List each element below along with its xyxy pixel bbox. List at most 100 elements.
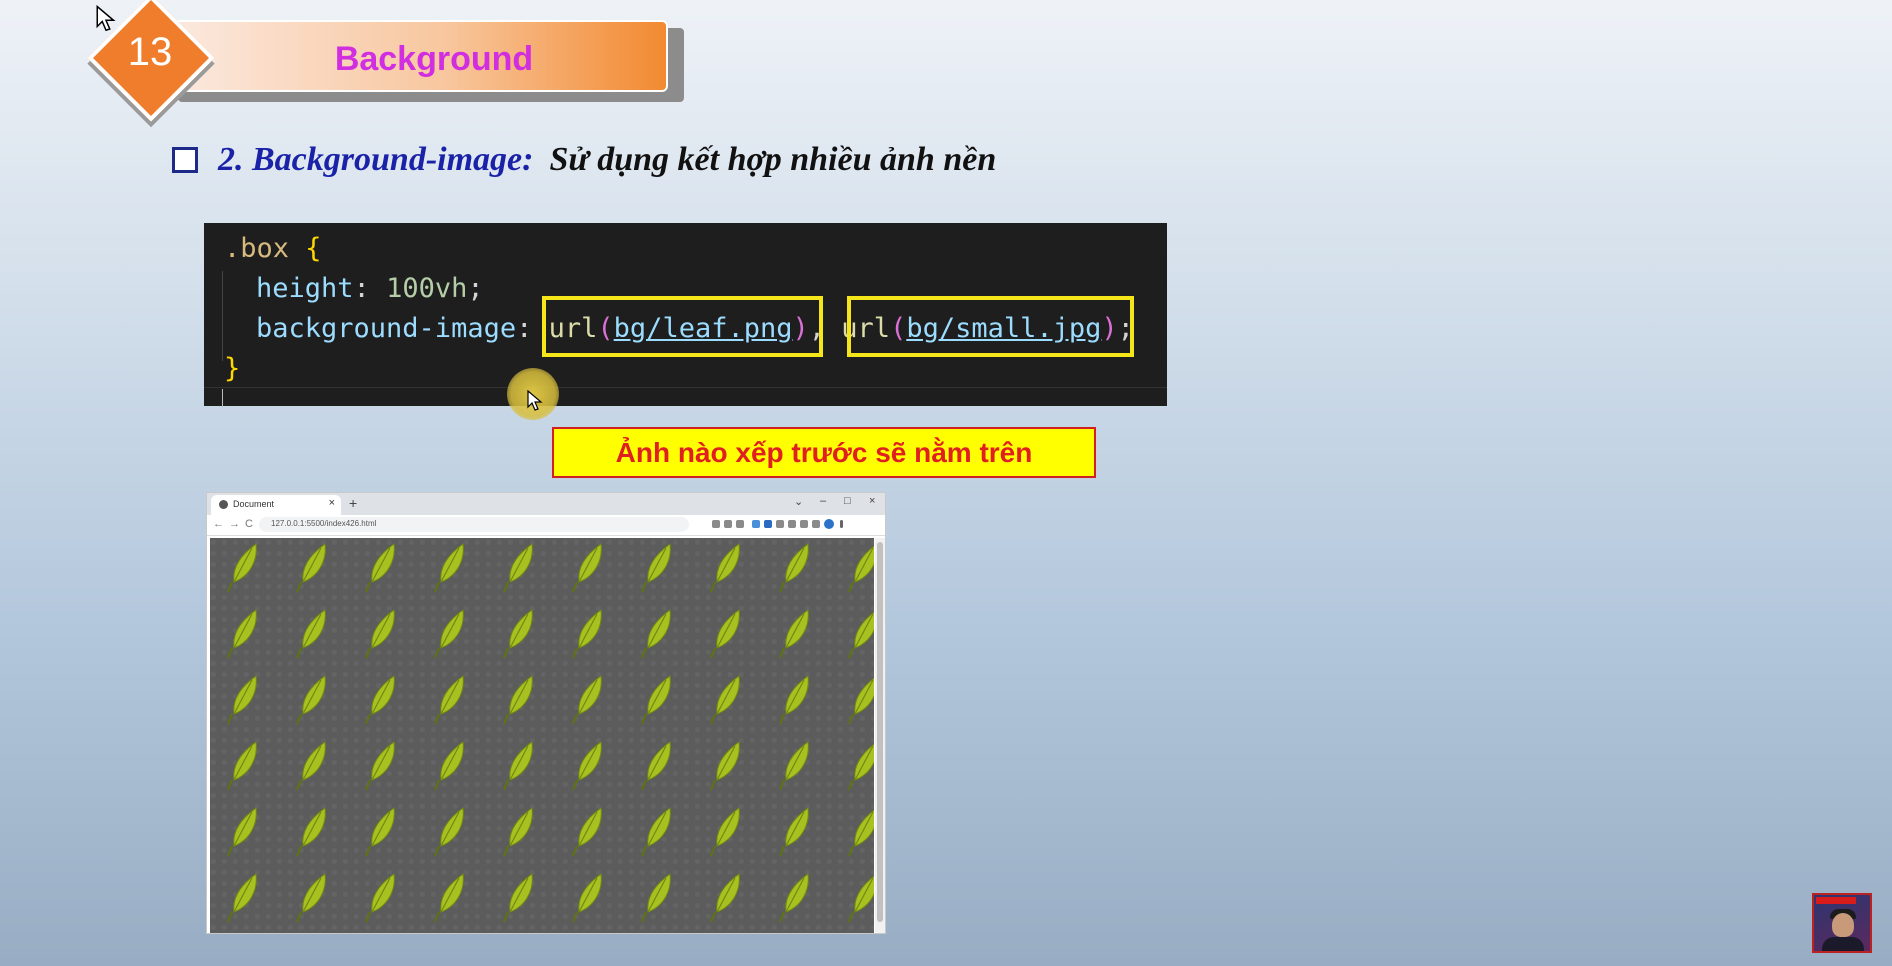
avatar-body — [1822, 937, 1864, 951]
back-icon[interactable]: ← — [213, 518, 224, 530]
avatar-head — [1832, 913, 1854, 937]
leaf-icon — [572, 807, 603, 857]
tab-title: Document — [233, 499, 275, 509]
leaf-icon — [296, 873, 327, 923]
leaf-icon — [434, 675, 465, 725]
leaf-icon — [710, 675, 741, 725]
leaf-icon — [779, 543, 810, 593]
code-prop-height: height — [256, 273, 354, 304]
extension-icon-5[interactable] — [788, 520, 796, 528]
leaf-icon — [710, 609, 741, 659]
vertical-scrollbar[interactable] — [875, 538, 885, 933]
code-open-brace: { — [305, 233, 322, 264]
section-heading: 2. Background-image: Sử dụng kết hợp nhi… — [172, 140, 996, 180]
reload-icon[interactable]: C — [245, 518, 253, 530]
leaf-icon — [365, 675, 396, 725]
leaf-icon — [848, 741, 874, 791]
title-banner: Background — [170, 20, 668, 92]
leaf-icon — [848, 807, 874, 857]
page-viewport — [210, 538, 874, 933]
forward-icon[interactable]: → — [229, 518, 240, 530]
subscribe-bar — [1816, 897, 1856, 904]
star-icon[interactable] — [736, 520, 744, 528]
extension-icon-4[interactable] — [776, 520, 784, 528]
highlight-box-small — [847, 296, 1134, 357]
new-tab-button[interactable]: + — [349, 495, 357, 511]
leaf-icon — [296, 675, 327, 725]
leaf-icon — [848, 675, 874, 725]
sidebar-icon[interactable] — [812, 520, 820, 528]
leaf-icon — [779, 807, 810, 857]
leaf-icon — [227, 609, 258, 659]
window-close-icon[interactable]: × — [869, 495, 875, 507]
indent-guide — [222, 271, 223, 361]
leaf-icon — [503, 675, 534, 725]
browser-tabbar: Document × + ⌄ – □ × — [207, 493, 885, 515]
heading-description: Sử dụng kết hợp nhiều ảnh nền — [549, 141, 997, 178]
leaf-icon — [503, 543, 534, 593]
leaf-icon — [227, 675, 258, 725]
globe-icon — [219, 500, 228, 509]
leaf-icon — [710, 807, 741, 857]
leaf-icon — [641, 807, 672, 857]
scrollbar-thumb[interactable] — [877, 542, 883, 922]
leaf-icon — [503, 609, 534, 659]
leaf-icon — [434, 741, 465, 791]
leaf-icon — [296, 609, 327, 659]
leaf-icon — [503, 807, 534, 857]
leaf-icon — [296, 543, 327, 593]
leaf-icon — [296, 807, 327, 857]
extension-icon-3[interactable] — [764, 520, 772, 528]
leaf-icon — [779, 675, 810, 725]
leaf-icon — [848, 609, 874, 659]
tab-search-icon[interactable]: ⌄ — [794, 495, 803, 508]
maximize-icon[interactable]: □ — [844, 495, 851, 507]
share-icon[interactable] — [724, 520, 732, 528]
leaf-icon — [365, 609, 396, 659]
leaf-icon — [503, 741, 534, 791]
close-icon[interactable]: × — [329, 497, 335, 509]
minimize-icon[interactable]: – — [820, 495, 826, 507]
slide-title: Background — [334, 40, 534, 78]
leaf-icon — [710, 873, 741, 923]
mouse-pointer-icon — [527, 390, 543, 411]
puzzle-icon[interactable] — [800, 520, 808, 528]
leaf-icon — [365, 543, 396, 593]
leaf-icon — [641, 675, 672, 725]
leaf-icon — [227, 807, 258, 857]
code-prop-background-image: background-image — [256, 313, 517, 344]
leaf-icon — [365, 807, 396, 857]
browser-window: Document × + ⌄ – □ × ← → C 127.0.0.1:550… — [206, 492, 886, 934]
leaf-icon — [779, 741, 810, 791]
url-text: 127.0.0.1:5500/index426.html — [271, 519, 377, 528]
leaf-icon — [365, 741, 396, 791]
leaf-icon — [572, 675, 603, 725]
mouse-pointer-icon-2 — [96, 5, 116, 32]
extension-icon[interactable] — [712, 520, 720, 528]
highlight-box-leaf — [542, 296, 823, 357]
url-field[interactable]: 127.0.0.1:5500/index426.html — [259, 517, 689, 532]
leaf-icon — [434, 609, 465, 659]
subscribe-avatar[interactable] — [1812, 893, 1872, 953]
leaf-icon — [710, 543, 741, 593]
leaf-icon — [227, 543, 258, 593]
leaf-icon — [434, 807, 465, 857]
text-cursor — [222, 389, 223, 407]
code-line-4: } — [224, 353, 240, 384]
extension-icon-2[interactable] — [752, 520, 760, 528]
leaf-icon — [296, 741, 327, 791]
leaf-icon — [434, 873, 465, 923]
profile-avatar-icon[interactable] — [824, 519, 834, 529]
leaf-icon — [641, 543, 672, 593]
browser-tab[interactable]: Document × — [211, 495, 341, 515]
menu-icon[interactable] — [840, 520, 843, 528]
leaf-icon — [572, 873, 603, 923]
leaf-icon — [572, 741, 603, 791]
leaf-icon — [227, 873, 258, 923]
leaf-icon — [572, 543, 603, 593]
leaf-icon — [434, 543, 465, 593]
code-close-brace: } — [224, 353, 241, 384]
leaf-icon — [503, 873, 534, 923]
leaf-icon — [227, 741, 258, 791]
slide-number: 13 — [127, 30, 173, 74]
